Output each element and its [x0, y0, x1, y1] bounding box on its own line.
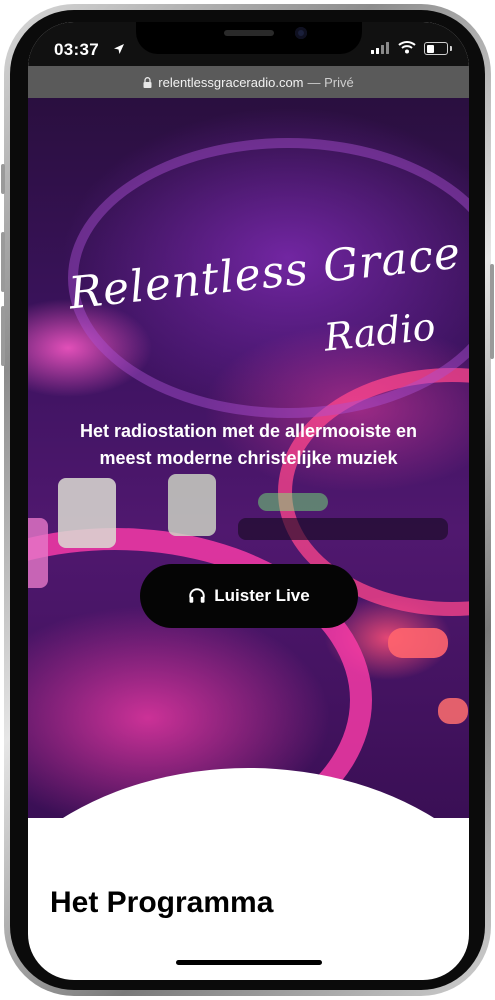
deck-light [438, 698, 468, 724]
power-button [490, 264, 494, 359]
hero-section: Relentless Grace Radio Het radiostation … [28, 98, 469, 818]
deck-fader-strip [238, 518, 448, 540]
screen: Relentless Grace Radio Het radiostation … [28, 22, 469, 980]
deck-knob [58, 478, 116, 548]
section-title-programma: Het Programma [50, 886, 274, 919]
status-time: 03:37 [54, 40, 99, 59]
speaker-grille [224, 30, 274, 36]
volume-down-button [1, 306, 5, 366]
volume-up-button [1, 232, 5, 292]
url-private-label: — Privé [307, 74, 354, 90]
battery-icon [424, 42, 452, 55]
deck-knob [28, 518, 48, 588]
front-camera [295, 27, 307, 39]
listen-live-label: Luister Live [214, 586, 310, 605]
location-arrow-icon [114, 44, 124, 54]
browser-url-bar[interactable]: relentlessgraceradio.com — Privé [28, 66, 469, 98]
deck-light [388, 628, 448, 658]
lock-icon [143, 76, 152, 88]
deck-light [258, 493, 328, 511]
home-indicator[interactable] [176, 960, 322, 965]
headphones-icon [189, 588, 206, 603]
listen-live-button[interactable]: Luister Live [140, 564, 358, 628]
deck-knob [168, 474, 216, 536]
hero-tagline: Het radiostation met de allermooiste en … [79, 421, 418, 468]
notch [136, 22, 362, 54]
mute-switch [1, 164, 5, 194]
cellular-signal-icon [371, 42, 389, 54]
url-host: relentlessgraceradio.com [158, 74, 304, 90]
wifi-icon [398, 41, 416, 54]
